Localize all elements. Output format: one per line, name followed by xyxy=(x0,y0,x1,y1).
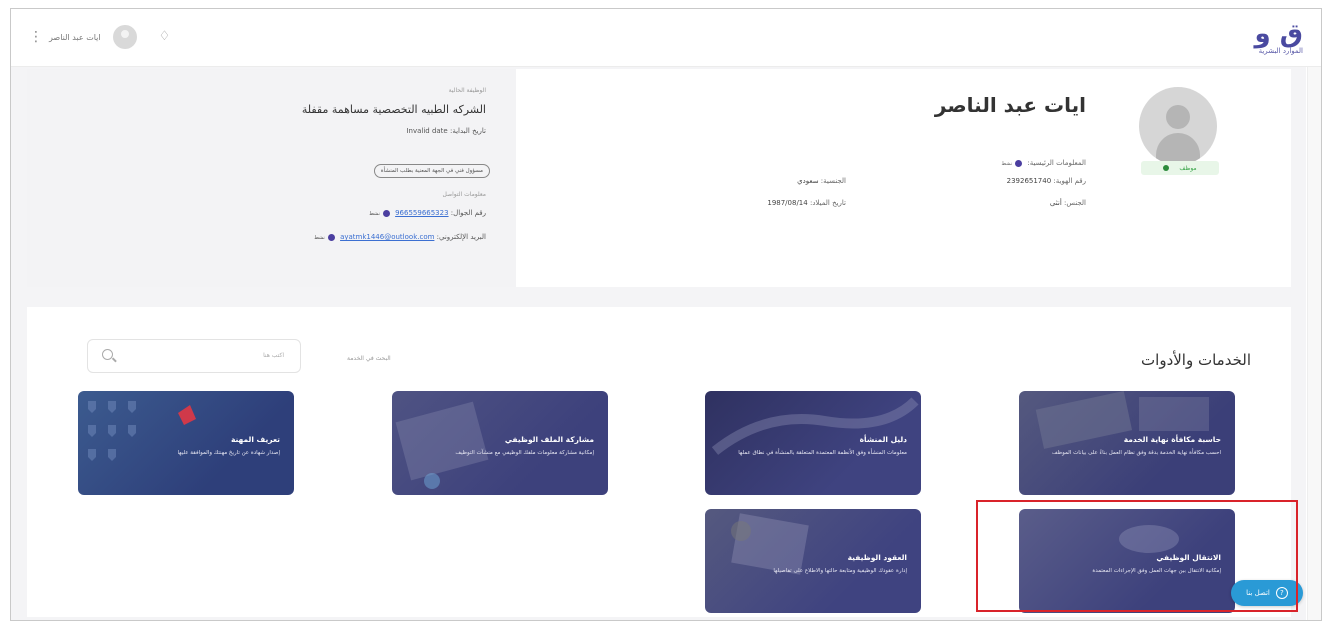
phone-label: رقم الجوال xyxy=(453,209,486,217)
main-status-label: المعلومات الرئيسية xyxy=(1029,159,1086,167)
id-value: 2392651740 xyxy=(1006,177,1052,185)
birth-value: 1987/08/14 xyxy=(767,199,808,207)
gender-value: أنثى xyxy=(1049,199,1062,207)
service-card-share-profile[interactable]: مشاركة الملف الوظيفي إمكانية مشاركة معلو… xyxy=(392,391,608,495)
service-card-job-contracts[interactable]: العقود الوظيفية إدارة عقودك الوظيفية ومت… xyxy=(705,509,921,613)
gender-row: الجنس: أنثى xyxy=(1049,199,1086,207)
search-label: البحث في الخدمة xyxy=(347,355,391,362)
top-navigation-bar: ق و الموارد البشرية ⋮ ايات عبد الناصر ♢ xyxy=(11,9,1321,67)
highlight-box xyxy=(976,500,1298,612)
gender-label: الجنس xyxy=(1066,199,1086,207)
main-status-row: المعلومات الرئيسية: نشط xyxy=(1001,159,1086,167)
employer-panel: الوظيفة الحالية الشركه الطبيه التخصصية م… xyxy=(27,69,516,287)
phone-status-badge: نشط xyxy=(369,211,380,217)
email-link[interactable]: ayatmk1446@outlook.com xyxy=(340,233,434,241)
search-icon xyxy=(102,349,113,360)
services-title: الخدمات والأدوات xyxy=(1141,351,1251,369)
phone-link[interactable]: 966559665323 xyxy=(395,209,448,217)
card-title: العقود الوظيفية xyxy=(847,553,907,562)
card-description: إمكانية مشاركة معلومات ملفك الوظيفي مع م… xyxy=(455,450,594,456)
logo-mark: ق و xyxy=(1254,19,1303,49)
company-name: الشركه الطبيه التخصصية مساهمة مقفلة xyxy=(301,103,486,116)
service-card-occupation-definition[interactable]: تعريف المهنة إصدار شهادة عن تاريخ مهنتك … xyxy=(78,391,294,495)
service-card-establishment-guide[interactable]: دليل المنشأة معلومات المنشأة وفق الأنظمة… xyxy=(705,391,921,495)
email-label: البريد الإلكتروني xyxy=(439,233,486,241)
search-placeholder: اكتب هنا xyxy=(263,352,284,359)
card-description: إصدار شهادة عن تاريخ مهنتك والموافقة علي… xyxy=(177,450,281,456)
nationality-label: الجنسية xyxy=(823,177,846,185)
id-label: رقم الهوية xyxy=(1055,177,1086,185)
status-label: موظف xyxy=(1179,164,1197,172)
profile-avatar xyxy=(1139,87,1217,165)
contact-info-label: معلومات التواصل xyxy=(442,191,486,198)
card-title: مشاركة الملف الوظيفي xyxy=(504,435,594,444)
nationality-value: سعودي xyxy=(797,177,819,185)
main-status-value: نشط xyxy=(1001,161,1013,167)
card-description: احسب مكافأة نهاية الخدمة بدقة وفق نظام ا… xyxy=(1052,450,1221,456)
logo-subtitle: الموارد البشرية xyxy=(1258,47,1303,55)
employee-name: ايات عبد الناصر xyxy=(934,93,1086,117)
email-row: البريد الإلكتروني: ayatmk1446@outlook.co… xyxy=(314,233,486,241)
status-badge: موظف xyxy=(1141,161,1219,175)
search-input[interactable]: اكتب هنا xyxy=(87,339,301,373)
phone-status-dot xyxy=(382,209,390,217)
avatar-head-shape xyxy=(1166,105,1190,129)
status-dot-icon xyxy=(1163,165,1170,171)
current-job-label: الوظيفة الحالية xyxy=(448,87,486,94)
card-title: حاسبة مكافأة نهاية الخدمة xyxy=(1123,435,1221,444)
email-status-dot xyxy=(327,233,335,241)
logo[interactable]: ق و الموارد البشرية xyxy=(1255,21,1303,55)
avatar[interactable] xyxy=(112,25,137,49)
start-date: تاريخ البداية: Invalid date xyxy=(406,127,486,135)
start-date-value: Invalid date xyxy=(406,127,448,135)
card-title: تعريف المهنة xyxy=(230,435,280,444)
card-title: دليل المنشأة xyxy=(859,435,907,444)
nationality-row: الجنسية: سعودي xyxy=(797,177,846,185)
service-card-eos-calculator[interactable]: حاسبة مكافأة نهاية الخدمة احسب مكافأة نه… xyxy=(1019,391,1235,495)
profile-card: الوظيفة الحالية الشركه الطبيه التخصصية م… xyxy=(27,69,1291,287)
phone-row: رقم الجوال: 966559665323 نشط xyxy=(369,209,486,217)
user-area: ⋮ ايات عبد الناصر ♢ xyxy=(29,25,173,49)
bell-icon[interactable]: ♢ xyxy=(159,29,173,45)
main-status-dot xyxy=(1015,159,1023,167)
scrollbar[interactable] xyxy=(1307,67,1321,620)
card-description: إدارة عقودك الوظيفية ومتابعة حالتها والا… xyxy=(773,568,907,574)
card-description: معلومات المنشأة وفق الأنظمة المعتمدة الم… xyxy=(738,450,907,456)
role-chip: مسؤول فني في الجهة المعنية بطلب المنشأة xyxy=(373,164,490,178)
birth-label: تاريخ الميلاد xyxy=(812,199,846,207)
personal-panel: موظف ايات عبد الناصر المعلومات الرئيسية:… xyxy=(516,69,1291,287)
id-row: رقم الهوية: 2392651740 xyxy=(1006,177,1086,185)
birth-row: تاريخ الميلاد: 1987/08/14 xyxy=(767,199,846,207)
start-date-label: تاريخ البداية xyxy=(452,127,486,135)
kebab-icon[interactable]: ⋮ xyxy=(29,29,43,45)
email-status-badge: نشط xyxy=(314,235,325,241)
header-user-name[interactable]: ايات عبد الناصر xyxy=(49,33,101,42)
